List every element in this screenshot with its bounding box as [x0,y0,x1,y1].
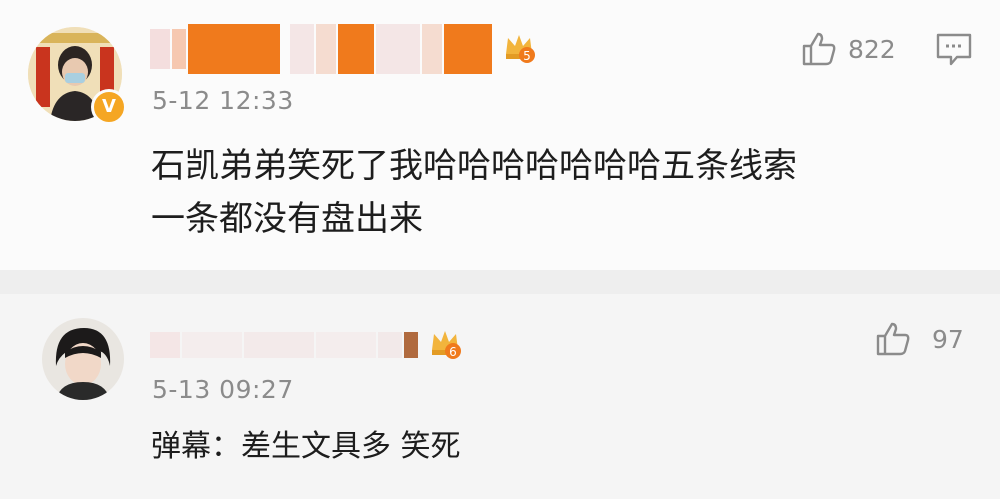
comment-text: 弹幕：差生文具多 笑死 [151,420,461,473]
comment-text-line-2: 一条都没有盘出来 [151,199,423,239]
comment-icon[interactable] [935,32,973,72]
like-button[interactable]: 822 [800,30,896,68]
comment-time: 5-13 09:27 [152,375,294,404]
thumbs-up-icon [876,322,910,356]
comment-card-2 [0,294,1000,499]
level-number: 5 [523,49,531,63]
comment-text-line-1: 弹幕：差生文具多 笑死 [151,429,461,464]
verified-icon: V [91,89,127,125]
comment-time: 5-12 12:33 [152,86,294,115]
thumbs-up-icon [802,32,836,66]
username-blurred[interactable]: 6 [150,326,462,364]
crown-level-icon: 5 [502,30,536,68]
level-number: 6 [449,345,457,359]
username-blurred[interactable]: 5 [150,24,536,74]
crown-level-icon: 6 [428,326,462,364]
avatar-image [42,318,124,400]
like-button[interactable]: 97 [874,320,964,358]
comment-divider [0,270,1000,294]
avatar[interactable] [42,318,124,400]
comment-card-1: V 5 5-12 12:33 石凯弟弟笑死了我哈哈哈哈哈哈哈五条线索 一条都没有… [0,0,1000,270]
comment-text: 石凯弟弟笑死了我哈哈哈哈哈哈哈五条线索 一条都没有盘出来 [151,140,797,246]
like-count: 822 [848,34,896,64]
like-count: 97 [932,324,964,354]
comment-text-line-1: 石凯弟弟笑死了我哈哈哈哈哈哈哈五条线索 [151,146,797,186]
